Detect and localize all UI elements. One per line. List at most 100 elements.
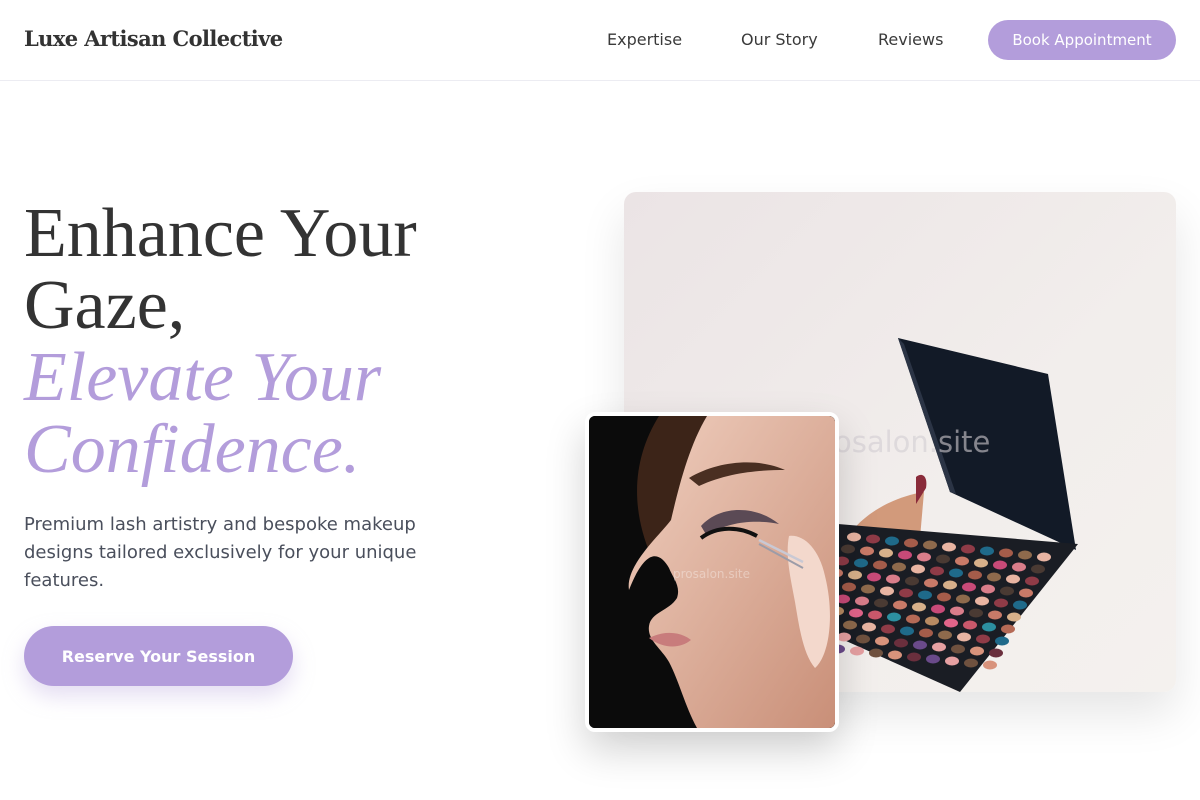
- eyeshadow-pan: [1012, 562, 1026, 572]
- eyeshadow-pan: [860, 546, 874, 556]
- eyeshadow-pan: [980, 546, 994, 556]
- hero-title-line-1: Enhance Your: [24, 195, 417, 272]
- eyeshadow-pan: [930, 566, 944, 576]
- lash-illustration: [589, 416, 835, 728]
- eyeshadow-pan: [949, 568, 963, 578]
- book-appointment-button[interactable]: Book Appointment: [988, 20, 1176, 60]
- eyeshadow-pan: [956, 594, 970, 604]
- eyeshadow-pan: [943, 580, 957, 590]
- eyeshadow-pan: [1037, 552, 1051, 562]
- eyeshadow-pan: [961, 544, 975, 554]
- eyeshadow-pan: [993, 560, 1007, 570]
- eyeshadow-pan: [955, 556, 969, 566]
- nav-link-reviews[interactable]: Reviews: [878, 30, 943, 49]
- eyeshadow-pan: [856, 634, 870, 644]
- hero-title-line-2: Gaze,: [24, 267, 186, 344]
- eyeshadow-pan: [900, 626, 914, 636]
- eyeshadow-pan: [913, 640, 927, 650]
- eyeshadow-pan: [968, 570, 982, 580]
- eyeshadow-pan: [837, 632, 851, 642]
- hero-title: Enhance Your Gaze, Elevate Your Confiden…: [24, 198, 544, 486]
- eyeshadow-pan: [925, 616, 939, 626]
- eyeshadow-pan: [862, 622, 876, 632]
- eyeshadow-pan: [938, 630, 952, 640]
- hero-title-accent-line-1: Elevate Your: [24, 339, 382, 416]
- eyeshadow-pan: [995, 636, 1009, 646]
- eyeshadow-pan: [873, 560, 887, 570]
- eyeshadow-pan: [1000, 586, 1014, 596]
- eyeshadow-pan: [970, 646, 984, 656]
- eyeshadow-pan: [1001, 624, 1015, 634]
- eyeshadow-pan: [912, 602, 926, 612]
- eyeshadow-pan: [881, 624, 895, 634]
- eyeshadow-pan: [924, 578, 938, 588]
- eyeshadow-pan: [994, 598, 1008, 608]
- eyeshadow-pan: [850, 646, 864, 656]
- eyeshadow-pan: [932, 642, 946, 652]
- eyeshadow-pan: [918, 590, 932, 600]
- eyeshadow-pan: [917, 552, 931, 562]
- nav-link-our-story[interactable]: Our Story: [741, 30, 818, 49]
- eyeshadow-pan: [893, 600, 907, 610]
- eyeshadow-pan: [906, 614, 920, 624]
- eyeshadow-pan: [879, 548, 893, 558]
- eyeshadow-pan: [842, 582, 856, 592]
- eyeshadow-pan: [866, 534, 880, 544]
- eyeshadow-pan: [937, 592, 951, 602]
- eyeshadow-pan: [950, 606, 964, 616]
- eyeshadow-pan: [855, 596, 869, 606]
- eyeshadow-pan: [841, 544, 855, 554]
- eyeshadow-pan: [974, 558, 988, 568]
- eyeshadow-pan: [969, 608, 983, 618]
- eyeshadow-pan: [886, 574, 900, 584]
- eyeshadow-pan: [944, 618, 958, 628]
- eyeshadow-pan: [983, 660, 997, 670]
- top-navbar: Luxe Artisan Collective Expertise Our St…: [0, 0, 1200, 81]
- eyeshadow-pan: [963, 620, 977, 630]
- eyeshadow-pan: [964, 658, 978, 668]
- eyeshadow-pan: [843, 620, 857, 630]
- eyeshadow-pan: [867, 572, 881, 582]
- eyeshadow-pan: [905, 576, 919, 586]
- eyeshadow-pan: [936, 554, 950, 564]
- eyeshadow-pan: [869, 648, 883, 658]
- eyeshadow-pan: [976, 634, 990, 644]
- eyeshadow-pan: [868, 610, 882, 620]
- reserve-session-button[interactable]: Reserve Your Session: [24, 626, 293, 686]
- lash-application-image: prosalon.site: [585, 412, 839, 732]
- eyeshadow-pan: [923, 540, 937, 550]
- eyeshadow-pan: [849, 608, 863, 618]
- brand-logo[interactable]: Luxe Artisan Collective: [24, 26, 283, 51]
- eyeshadow-pan: [926, 654, 940, 664]
- eyeshadow-pan: [931, 604, 945, 614]
- eyeshadow-pan: [987, 572, 1001, 582]
- eyeshadow-pan: [894, 638, 908, 648]
- eyeshadow-pan: [1006, 574, 1020, 584]
- hero-title-accent-line-2: Confidence.: [24, 411, 361, 488]
- nav-link-expertise[interactable]: Expertise: [607, 30, 682, 49]
- eyeshadow-pan: [1013, 600, 1027, 610]
- eyeshadow-pan: [887, 612, 901, 622]
- eyeshadow-pan: [942, 542, 956, 552]
- eyeshadow-pan: [875, 636, 889, 646]
- eyeshadow-pan: [1018, 550, 1032, 560]
- eyeshadow-pan: [957, 632, 971, 642]
- eyeshadow-pan: [899, 588, 913, 598]
- eyeshadow-pan: [1019, 588, 1033, 598]
- eyeshadow-pan: [919, 628, 933, 638]
- eyeshadow-pan: [880, 586, 894, 596]
- eyeshadow-pan: [911, 564, 925, 574]
- eyeshadow-pan: [962, 582, 976, 592]
- eyeshadow-pan: [888, 650, 902, 660]
- eyeshadow-pan: [904, 538, 918, 548]
- eyeshadow-pan: [989, 648, 1003, 658]
- eyeshadow-pan: [861, 584, 875, 594]
- eyeshadow-pan: [1031, 564, 1045, 574]
- eyeshadow-pan: [892, 562, 906, 572]
- eyeshadow-pan: [999, 548, 1013, 558]
- hero-subtitle: Premium lash artistry and bespoke makeup…: [24, 514, 417, 591]
- eyeshadow-pan: [874, 598, 888, 608]
- eyeshadow-pan: [898, 550, 912, 560]
- eyeshadow-pan: [848, 570, 862, 580]
- eyeshadow-pan: [885, 536, 899, 546]
